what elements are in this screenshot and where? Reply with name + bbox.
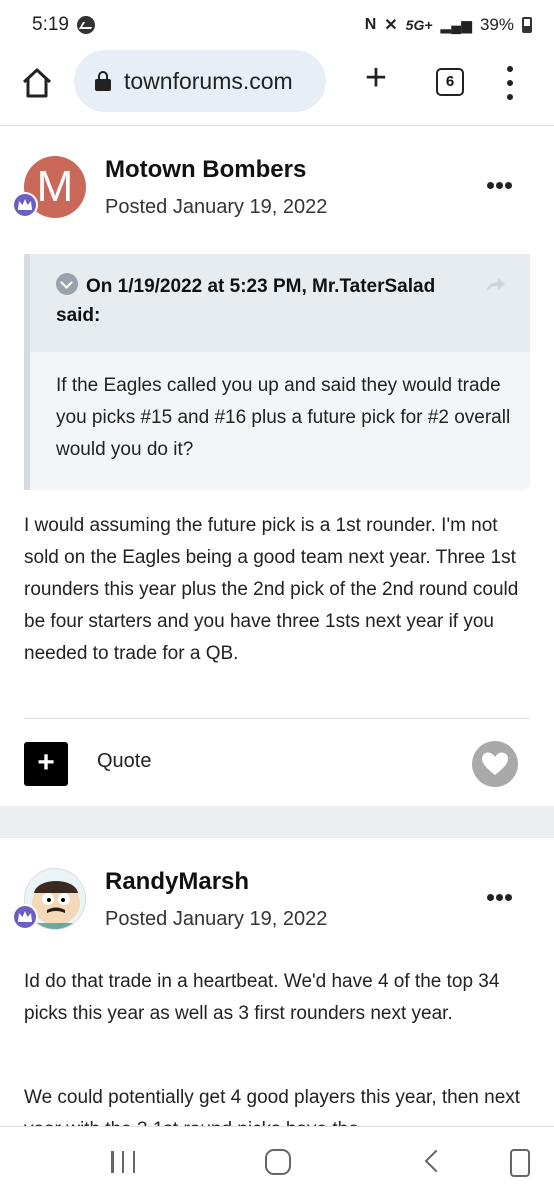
lock-icon <box>94 71 112 91</box>
home-icon[interactable] <box>20 66 54 100</box>
browser-menu-icon[interactable] <box>502 66 518 100</box>
recent-apps-icon[interactable] <box>111 1151 135 1173</box>
mute-icon: ✕ <box>384 17 398 34</box>
author-name[interactable]: Motown Bombers <box>105 156 306 184</box>
go-to-quote-icon[interactable] <box>484 276 506 294</box>
url-bar[interactable]: townforums.com <box>74 50 326 112</box>
post-date[interactable]: Posted January 19, 2022 <box>105 196 327 219</box>
quote-body: If the Eagles called you up and said the… <box>56 375 511 460</box>
system-nav-bar <box>0 1126 554 1200</box>
forum-post: RandyMarsh Posted January 19, 2022 Id do… <box>0 838 554 1140</box>
browser-toolbar: townforums.com + 6 <box>0 50 554 126</box>
battery-percent: 39% <box>479 15 514 34</box>
screen-rotate-icon[interactable] <box>510 1149 530 1177</box>
more-options-icon[interactable] <box>487 894 512 901</box>
author-name[interactable]: RandyMarsh <box>105 868 249 896</box>
tab-switcher-button[interactable]: 6 <box>436 68 464 96</box>
home-nav-icon[interactable] <box>265 1149 291 1175</box>
status-time: 5:19 <box>32 14 69 35</box>
nfc-icon: N <box>364 16 377 33</box>
collapse-chevron-icon[interactable] <box>56 273 78 295</box>
new-tab-button[interactable]: + <box>360 59 392 97</box>
back-icon[interactable] <box>424 1149 448 1173</box>
add-button[interactable]: + <box>24 742 68 786</box>
network-label: 5G+ <box>405 17 433 33</box>
post-date[interactable]: Posted January 19, 2022 <box>105 908 327 931</box>
rank-badge-icon <box>12 904 38 930</box>
quote-button[interactable]: Quote <box>97 750 151 773</box>
rank-badge-icon <box>12 192 38 218</box>
quote-header: On 1/19/2022 at 5:23 PM, Mr.TaterSalad s… <box>30 254 530 352</box>
post-body: I would assuming the future pick is a 1s… <box>24 515 519 664</box>
quote-block: On 1/19/2022 at 5:23 PM, Mr.TaterSalad s… <box>24 254 530 490</box>
quote-citation: On 1/19/2022 at 5:23 PM, Mr.TaterSalad s… <box>56 276 436 326</box>
divider <box>24 718 530 719</box>
post-paragraph: Id do that trade in a heartbeat. We'd ha… <box>24 971 500 1024</box>
more-options-icon[interactable] <box>487 182 512 189</box>
battery-icon <box>522 17 532 33</box>
url-text: townforums.com <box>124 67 293 94</box>
like-heart-icon[interactable] <box>472 741 518 787</box>
messenger-icon <box>76 16 95 34</box>
forum-post: M Motown Bombers Posted January 19, 2022… <box>0 126 554 806</box>
signal-icon: ▂▄▆ <box>440 16 472 33</box>
status-bar: 5:19 N ✕ 5G+ ▂▄▆ 39% <box>0 0 554 50</box>
